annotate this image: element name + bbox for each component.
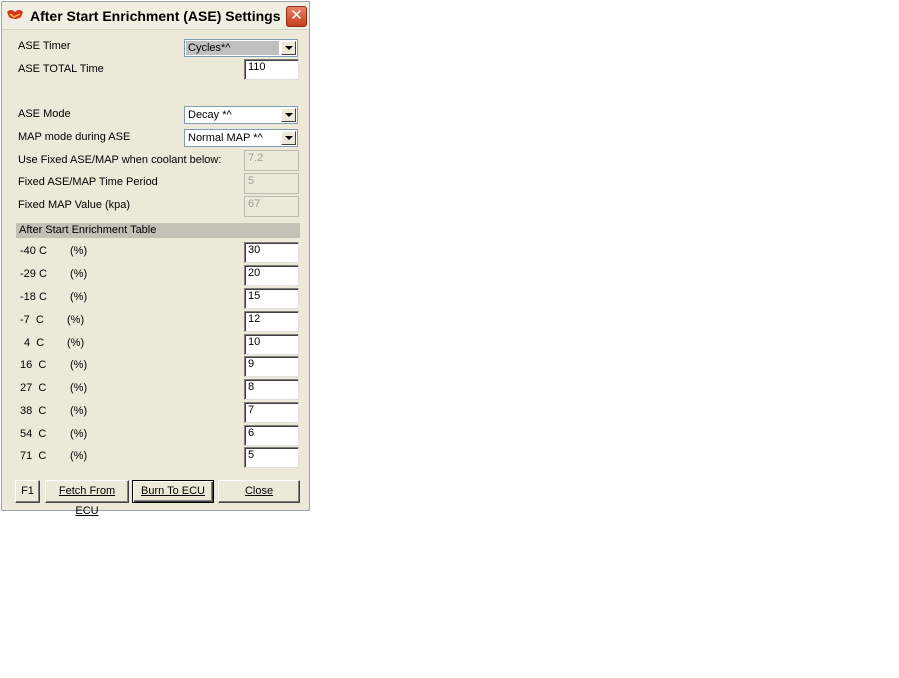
row-temp-label: 4 C xyxy=(24,337,45,349)
map-mode-label: MAP mode during ASE xyxy=(18,131,131,143)
row-value-input[interactable]: 9 xyxy=(244,356,299,377)
row-value-input[interactable]: 10 xyxy=(244,334,299,355)
ase-timer-select[interactable]: Cycles*^ xyxy=(184,39,298,57)
title-bar[interactable]: After Start Enrichment (ASE) Settings ✕ xyxy=(2,2,309,30)
fetch-from-ecu-button[interactable]: Fetch From ECU xyxy=(45,480,129,517)
map-mode-select[interactable]: Normal MAP *^ xyxy=(184,129,298,147)
row-temp-label: -18 C xyxy=(20,291,47,303)
row-unit-label: (%) xyxy=(70,268,88,280)
ase-mode-select[interactable]: Decay *^ xyxy=(184,106,298,124)
row-value-input[interactable]: 20 xyxy=(244,265,299,286)
ase-mode-value: Decay *^ xyxy=(188,109,232,121)
row-value-input[interactable]: 15 xyxy=(244,288,299,309)
ase-total-time-input[interactable]: 110 xyxy=(244,59,299,80)
row-temp-label: -40 C xyxy=(20,245,47,257)
window-title: After Start Enrichment (ASE) Settings xyxy=(30,8,281,24)
row-value-input[interactable]: 7 xyxy=(244,402,299,423)
row-unit-label: (%) xyxy=(70,450,88,462)
row-temp-label: -29 C xyxy=(20,268,47,280)
f1-help-button[interactable]: F1 xyxy=(15,480,40,503)
row-value-input[interactable]: 30 xyxy=(244,242,299,263)
row-value-input[interactable]: 8 xyxy=(244,379,299,400)
row-temp-label: 54 C xyxy=(20,428,47,440)
enrichment-table-header: After Start Enrichment Table xyxy=(16,223,300,238)
row-unit-label: (%) xyxy=(70,291,88,303)
fixed-coolant-input: 7.2 xyxy=(244,150,299,171)
row-temp-label: 27 C xyxy=(20,382,47,394)
row-temp-label: 16 C xyxy=(20,359,47,371)
ase-timer-label: ASE Timer xyxy=(18,40,71,52)
row-temp-label: -7 C xyxy=(20,314,44,326)
row-unit-label: (%) xyxy=(70,382,88,394)
burn-to-ecu-button[interactable]: Burn To ECU xyxy=(132,480,214,503)
chevron-down-icon[interactable] xyxy=(281,41,296,55)
row-value-input[interactable]: 6 xyxy=(244,425,299,446)
fixed-coolant-label: Use Fixed ASE/MAP when coolant below: xyxy=(18,154,222,166)
ase-settings-dialog: After Start Enrichment (ASE) Settings ✕ … xyxy=(1,1,310,517)
row-unit-label: (%) xyxy=(70,405,88,417)
app-logo-icon xyxy=(7,10,23,19)
fixed-time-label: Fixed ASE/MAP Time Period xyxy=(18,176,158,188)
row-temp-label: 38 C xyxy=(20,405,47,417)
row-temp-label: 71 C xyxy=(20,450,47,462)
row-unit-label: (%) xyxy=(70,359,88,371)
map-mode-value: Normal MAP *^ xyxy=(188,132,263,144)
close-button[interactable]: Close xyxy=(218,480,300,503)
row-unit-label: (%) xyxy=(67,314,85,326)
ase-total-time-label: ASE TOTAL Time xyxy=(18,63,104,75)
fixed-time-input: 5 xyxy=(244,173,299,194)
close-window-icon[interactable]: ✕ xyxy=(286,6,307,27)
row-value-input[interactable]: 12 xyxy=(244,311,299,332)
close-label: Close xyxy=(244,485,274,497)
fetch-label: Fetch From ECU xyxy=(58,485,116,517)
chevron-down-icon[interactable] xyxy=(281,108,296,122)
row-unit-label: (%) xyxy=(70,428,88,440)
fixed-map-input: 67 xyxy=(244,196,299,217)
ase-mode-label: ASE Mode xyxy=(18,108,71,120)
row-unit-label: (%) xyxy=(70,245,88,257)
ase-timer-value: Cycles*^ xyxy=(186,41,279,55)
row-value-input[interactable]: 5 xyxy=(244,447,299,468)
burn-label: Burn To ECU xyxy=(141,485,205,497)
row-unit-label: (%) xyxy=(67,337,85,349)
chevron-down-icon[interactable] xyxy=(281,131,296,145)
fixed-map-label: Fixed MAP Value (kpa) xyxy=(18,199,131,211)
